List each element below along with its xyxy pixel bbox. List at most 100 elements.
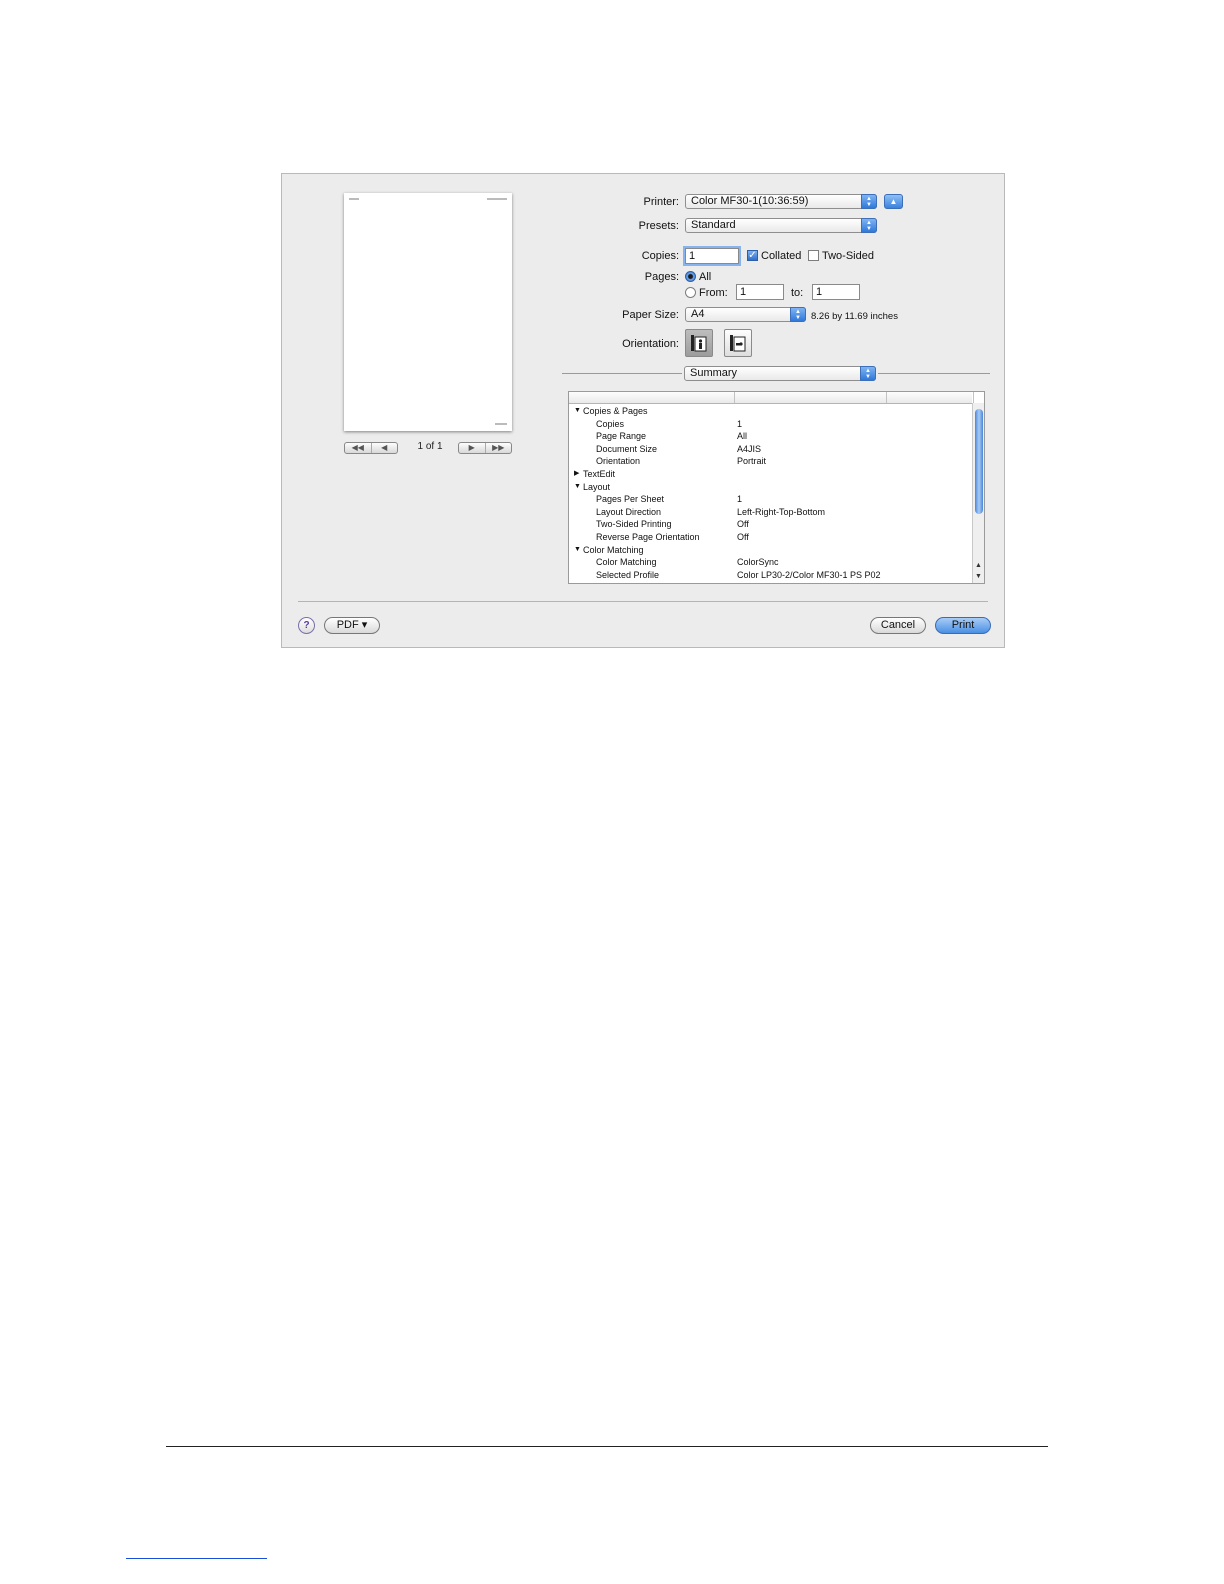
preview-forward-buttons: ▶ ▶▶ <box>458 442 512 454</box>
header-column[interactable] <box>735 392 887 403</box>
summary-row[interactable]: Layout Direction Left-Right-Top-Bottom <box>569 506 969 519</box>
popup-arrows-icon: ▲ ▼ <box>790 307 806 322</box>
pages-to-field[interactable]: 1 <box>812 284 860 300</box>
paper-size-label: Paper Size: <box>622 309 679 321</box>
preview-back-buttons: ◀◀ ◀ <box>344 442 398 454</box>
summary-value: Left-Right-Top-Bottom <box>737 506 826 517</box>
details-disclosure-button[interactable]: ▲ <box>884 194 903 209</box>
pages-label: Pages: <box>644 271 679 283</box>
summary-key: Document Size <box>596 443 658 454</box>
print-button[interactable]: Print <box>935 617 991 634</box>
summary-row[interactable]: Reverse Page Orientation Off <box>569 531 969 544</box>
help-button[interactable]: ? <box>298 617 315 634</box>
summary-key: Color Matching <box>596 557 657 568</box>
landscape-orientation-button[interactable] <box>724 329 752 357</box>
summary-group-row[interactable]: ▼ Copies & Pages <box>569 405 969 418</box>
summary-value: Off <box>737 532 749 542</box>
collated-label: Collated <box>761 250 802 262</box>
summary-row[interactable]: Copies 1 <box>569 418 969 431</box>
summary-group-row[interactable]: ▼ Color Matching <box>569 544 969 557</box>
portrait-orientation-button[interactable] <box>685 329 713 357</box>
pages-from-radio[interactable] <box>685 287 696 298</box>
summary-value: Portrait <box>737 456 767 467</box>
disclosure-open-icon[interactable]: ▼ <box>574 544 581 556</box>
panel-separator-left <box>562 373 682 374</box>
summary-key: Reverse Page Orientation <box>596 532 700 542</box>
popup-arrows-icon: ▲ ▼ <box>861 194 877 209</box>
triangle-up-icon: ▲ <box>889 197 898 206</box>
disclosure-open-icon[interactable]: ▼ <box>574 405 581 417</box>
summary-value: 1 <box>737 418 743 429</box>
disclosure-open-icon[interactable]: ▼ <box>574 481 581 493</box>
disclosure-closed-icon[interactable]: ▶ <box>574 468 579 480</box>
summary-key: Copies & Pages <box>583 406 648 416</box>
pages-to-label: to: <box>791 287 804 299</box>
summary-key: TextEdit <box>583 469 616 479</box>
presets-label: Presets: <box>638 220 679 232</box>
summary-row[interactable]: Two-Sided Printing Off <box>569 518 969 531</box>
summary-row[interactable]: Page Range All <box>569 430 969 443</box>
preview-header-left <box>349 198 359 200</box>
summary-row[interactable]: Document Size A4JIS <box>569 443 969 456</box>
copies-field[interactable]: 1 <box>685 248 739 264</box>
pages-all-label: All <box>699 271 712 283</box>
summary-row[interactable]: Orientation Portrait <box>569 455 969 468</box>
popup-arrows-icon: ▲ ▼ <box>861 218 877 233</box>
pages-from-field[interactable]: 1 <box>736 284 784 300</box>
summary-value: ColorSync <box>737 557 779 568</box>
summary-key: Layout <box>583 481 611 492</box>
page-preview <box>344 193 512 431</box>
table-header <box>569 392 974 404</box>
summary-scrollbar[interactable]: ▲ ▼ <box>972 403 984 583</box>
preview-page-count: 1 of 1 <box>417 441 443 452</box>
summary-row[interactable]: Pages Per Sheet 1 <box>569 493 969 506</box>
presets-popup[interactable]: Standard ▲ ▼ <box>685 218 877 233</box>
summary-group-row[interactable]: ▼ Layout <box>569 481 969 494</box>
last-page-button[interactable]: ▶▶ <box>484 443 512 453</box>
panel-separator-right <box>878 373 990 374</box>
collated-checkbox[interactable]: ✓ <box>747 250 758 261</box>
summary-row[interactable]: Color Matching ColorSync <box>569 556 969 569</box>
cancel-button[interactable]: Cancel <box>870 617 926 634</box>
summary-table[interactable]: ▼ Copies & Pages Copies 1 Page Range All Docum… <box>568 391 985 584</box>
summary-row[interactable]: Selected Profile Color LP30-2/Color MF30-… <box>569 569 969 582</box>
page-footer-rule <box>166 1446 1048 1447</box>
pages-from-label: From: <box>699 287 728 299</box>
summary-key: Copies <box>596 418 625 429</box>
copies-label: Copies: <box>641 250 679 262</box>
preview-header-right <box>487 198 507 200</box>
scroll-up-icon[interactable]: ▲ <box>973 560 984 571</box>
summary-key: Selected Profile <box>596 569 660 580</box>
two-sided-checkbox[interactable] <box>808 250 819 261</box>
printer-popup[interactable]: Color MF30-1(10:36:59) ▲ ▼ <box>685 194 877 209</box>
header-column[interactable] <box>887 392 974 403</box>
paper-size-value: A4 <box>691 308 705 320</box>
summary-key: Pages Per Sheet <box>596 494 665 505</box>
pdf-button[interactable]: PDF ▾ <box>324 617 380 634</box>
panel-value: Summary <box>690 367 738 379</box>
pages-all-radio[interactable] <box>685 271 696 282</box>
footer-divider <box>298 601 988 602</box>
print-dialog: ◀◀ ◀ 1 of 1 ▶ ▶▶ Printer: Color MF30-1(1… <box>281 173 1005 648</box>
summary-key: Page Range <box>596 431 647 442</box>
paper-size-popup[interactable]: A4 ▲ ▼ <box>685 307 806 322</box>
summary-value: Color LP30-2/Color MF30-1 PS P02 <box>737 569 881 580</box>
next-page-button[interactable]: ▶ <box>459 443 485 453</box>
landscape-icon <box>730 335 746 352</box>
first-page-button[interactable]: ◀◀ <box>345 443 371 453</box>
previous-page-button[interactable]: ◀ <box>370 443 398 453</box>
summary-group-row[interactable]: ▶ TextEdit <box>569 468 969 481</box>
panel-popup[interactable]: Summary ▲ ▼ <box>684 366 876 381</box>
orientation-label: Orientation: <box>622 338 679 350</box>
paper-dimensions: 8.26 by 11.69 inches <box>811 311 898 322</box>
summary-key: Two-Sided Printing <box>596 519 672 530</box>
preview-footer <box>495 423 507 425</box>
summary-key: Color Matching <box>583 544 644 555</box>
scrollbar-thumb[interactable] <box>975 409 983 514</box>
page-footer-link-underline <box>126 1558 267 1559</box>
scroll-down-icon[interactable]: ▼ <box>973 571 984 582</box>
summary-value: A4JIS <box>737 443 762 454</box>
header-column[interactable] <box>569 392 735 403</box>
summary-key: Layout Direction <box>596 506 662 517</box>
popup-arrows-icon: ▲ ▼ <box>860 366 876 381</box>
